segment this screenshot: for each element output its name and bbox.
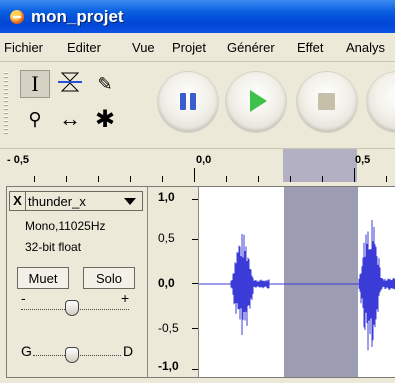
i-beam-icon: I <box>31 71 39 96</box>
menu-editer[interactable]: Editer <box>67 40 101 55</box>
scale-tick <box>192 328 198 329</box>
double-arrow-icon: ↔ <box>59 106 81 131</box>
skip-start-button[interactable] <box>367 72 395 132</box>
waveform-burst <box>230 234 270 335</box>
stop-icon <box>318 93 335 110</box>
timeline-tick <box>322 176 323 182</box>
timeline-tick <box>386 176 387 182</box>
audio-track: X thunder_x Mono,11025Hz 32-bit float Mu… <box>6 186 395 378</box>
timeline-tick <box>162 176 163 182</box>
menu-fichier[interactable]: Fichier <box>4 40 43 55</box>
gain-slider-thumb[interactable] <box>65 300 79 316</box>
pan-left-label: G <box>21 343 32 359</box>
amplitude-ruler: 1,0 0,5 0,0 -0,5 -1,0 <box>148 187 199 377</box>
timeline-tick <box>130 176 131 182</box>
pause-icon <box>180 93 196 110</box>
timeline-tick <box>34 176 35 182</box>
track-control-panel: X thunder_x Mono,11025Hz 32-bit float Mu… <box>7 187 148 377</box>
magnifier-icon: ⚲ <box>28 108 42 129</box>
selection-tool-button[interactable]: I <box>20 70 50 98</box>
scale-label-neg-half: -0,5 <box>158 321 179 335</box>
scale-label-bottom: -1,0 <box>158 359 179 373</box>
track-header: X thunder_x <box>9 191 143 211</box>
solo-button[interactable]: Solo <box>83 267 135 289</box>
pause-button[interactable] <box>158 72 218 132</box>
track-format: Mono,11025Hz <box>25 219 106 233</box>
waveform-graph <box>199 220 395 351</box>
menu-bar: Fichier Editer Vue Projet Générer Effet … <box>0 33 395 62</box>
envelope-tool-button[interactable] <box>55 70 85 98</box>
timeline-tick <box>258 176 259 182</box>
play-button[interactable] <box>226 72 286 132</box>
timeline-tick <box>194 168 195 182</box>
scale-tick <box>192 283 198 284</box>
tools-toolbar: I ✎ ⚲ ↔ ✱ <box>0 62 395 147</box>
timeline-label-neg: - 0,5 <box>7 154 30 166</box>
draw-tool-button[interactable]: ✎ <box>90 70 120 98</box>
timeline-selection <box>283 149 357 182</box>
timeline-ruler[interactable]: - 0,5 0,0 0,5 <box>0 148 395 182</box>
timeshift-tool-button[interactable]: ↔ <box>55 105 85 133</box>
chevron-down-icon[interactable] <box>124 198 136 205</box>
waveform-burst <box>358 220 395 351</box>
scale-label-half: 0,5 <box>158 231 175 245</box>
mute-button[interactable]: Muet <box>17 267 69 289</box>
scale-label-top: 1,0 <box>158 190 175 204</box>
asterisk-icon: ✱ <box>94 105 116 133</box>
menu-effet[interactable]: Effet <box>297 40 324 55</box>
timeline-label-zero: 0,0 <box>196 154 212 166</box>
toolbar-grip[interactable] <box>4 72 8 136</box>
scale-label-zero: 0,0 <box>158 276 175 290</box>
window-title: mon_projet <box>31 7 124 26</box>
pencil-icon: ✎ <box>97 73 113 94</box>
gain-min-label: - <box>21 290 26 306</box>
timeline-tick <box>98 176 99 182</box>
scale-tick <box>192 369 198 370</box>
stop-button[interactable] <box>297 72 357 132</box>
timeline-tick <box>226 176 227 182</box>
gain-max-label: + <box>121 290 130 306</box>
menu-analyse[interactable]: Analys <box>346 40 385 55</box>
title-bar[interactable]: mon_projet <box>0 0 395 33</box>
track-bit-depth: 32-bit float <box>25 240 82 254</box>
menu-generer[interactable]: Générer <box>227 40 275 55</box>
waveform-display[interactable] <box>199 187 395 377</box>
timeline-tick <box>66 176 67 182</box>
timeline-label-pos: 0,5 <box>355 154 371 166</box>
track-name-menu[interactable]: thunder_x <box>28 194 86 209</box>
timeline-tick <box>290 176 291 182</box>
app-window: mon_projet Fichier Editer Vue Projet Gén… <box>0 0 395 383</box>
scale-tick <box>192 199 198 200</box>
envelope-icon <box>58 72 82 92</box>
zoom-tool-button[interactable]: ⚲ <box>20 105 50 133</box>
scale-tick <box>192 239 198 240</box>
play-icon <box>250 90 267 112</box>
pan-slider-thumb[interactable] <box>65 347 79 363</box>
track-close-button[interactable]: X <box>10 192 26 210</box>
menu-vue[interactable]: Vue <box>132 40 155 55</box>
timeline-tick <box>354 168 355 182</box>
pan-right-label: D <box>123 343 134 359</box>
menu-projet[interactable]: Projet <box>172 40 206 55</box>
multi-tool-button[interactable]: ✱ <box>90 105 120 133</box>
audacity-app-icon <box>10 10 24 24</box>
